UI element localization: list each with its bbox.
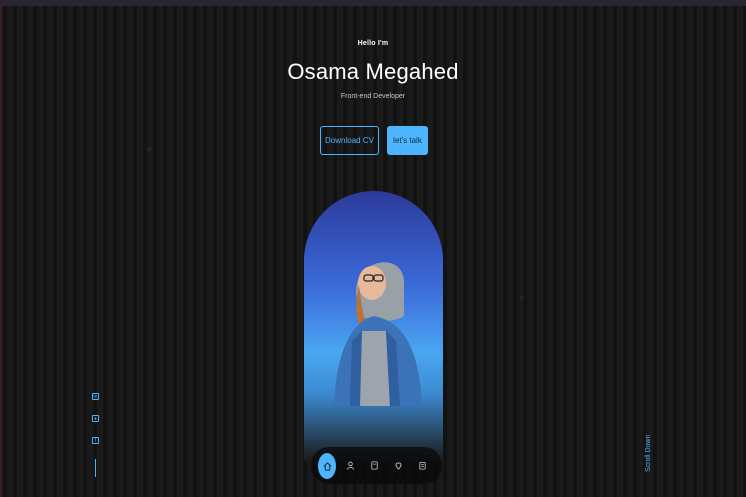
greeting: Hello I'm xyxy=(357,40,389,47)
facebook-icon[interactable]: f xyxy=(92,437,99,444)
linkedin-icon[interactable]: in xyxy=(92,393,99,400)
social-links: in ● f xyxy=(92,393,102,477)
page-title: Osama Megahed xyxy=(287,59,459,84)
message-icon[interactable] xyxy=(413,456,431,474)
scroll-down-link[interactable]: Scroll Down xyxy=(645,435,652,472)
user-icon[interactable] xyxy=(341,456,359,474)
profile-portrait xyxy=(304,191,443,461)
book-icon[interactable] xyxy=(365,456,383,474)
briefcase-icon[interactable] xyxy=(389,456,407,474)
social-divider xyxy=(95,459,96,477)
bottom-nav xyxy=(311,447,442,484)
top-bar xyxy=(0,0,746,6)
download-cv-button[interactable]: Download CV xyxy=(320,126,379,155)
home-icon[interactable] xyxy=(318,453,336,479)
hero-header: Hello I'm Osama Megahed Front-end Develo… xyxy=(0,40,746,100)
github-icon[interactable]: ● xyxy=(92,415,99,422)
lets-talk-button[interactable]: let's talk xyxy=(387,126,428,155)
role-subtitle: Front-end Developer xyxy=(340,93,406,100)
person-illustration xyxy=(334,262,422,406)
